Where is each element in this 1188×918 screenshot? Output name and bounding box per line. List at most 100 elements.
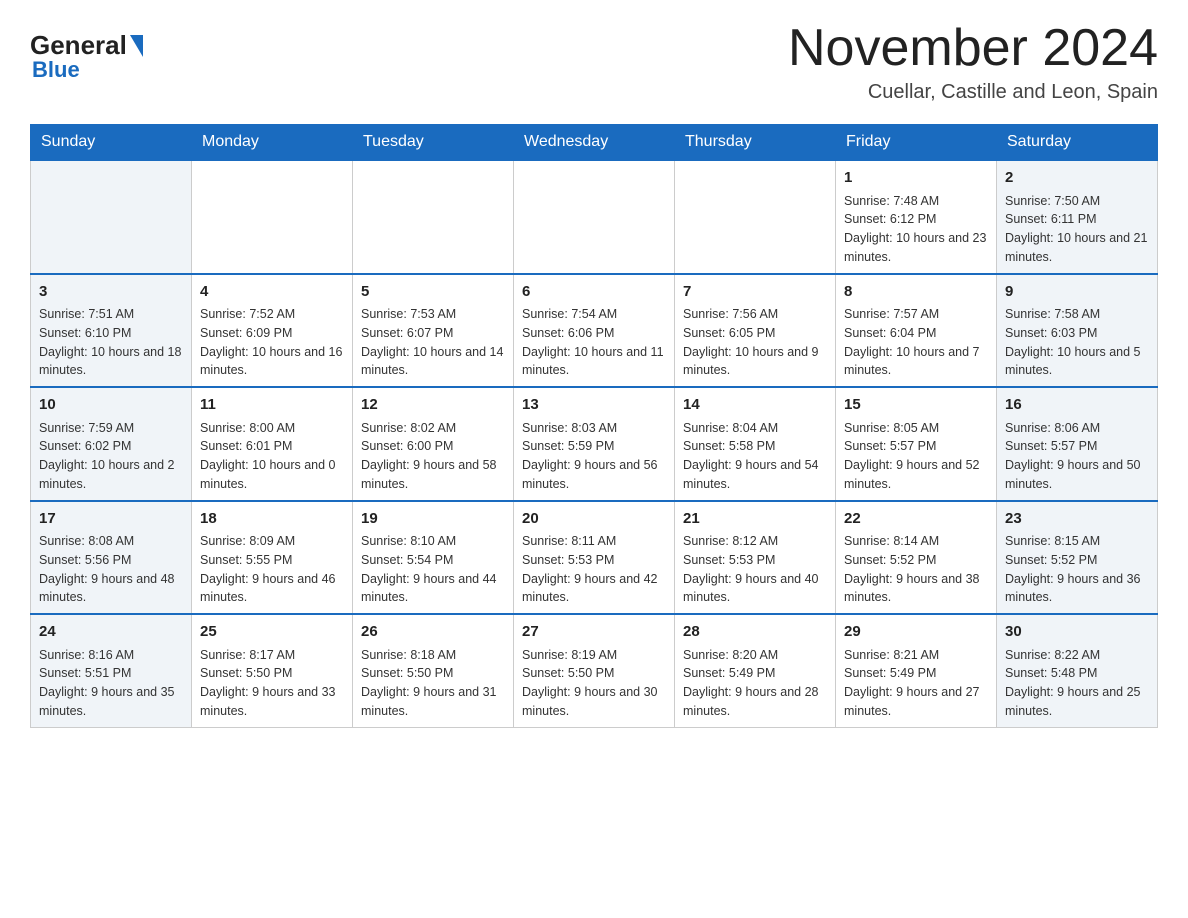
page-header: General Blue November 2024 Cuellar, Cast…: [30, 20, 1158, 104]
weekday-header: Monday: [192, 125, 353, 161]
day-info: Sunrise: 7:48 AMSunset: 6:12 PMDaylight:…: [844, 192, 988, 267]
day-info: Sunrise: 8:04 AMSunset: 5:58 PMDaylight:…: [683, 419, 827, 494]
day-info: Sunrise: 8:05 AMSunset: 5:57 PMDaylight:…: [844, 419, 988, 494]
day-number: 2: [1005, 167, 1149, 190]
day-info: Sunrise: 8:00 AMSunset: 6:01 PMDaylight:…: [200, 419, 344, 494]
weekday-header: Sunday: [31, 125, 192, 161]
calendar-cell: [353, 160, 514, 274]
weekday-header: Wednesday: [514, 125, 675, 161]
calendar-cell: [31, 160, 192, 274]
weekday-header: Thursday: [675, 125, 836, 161]
logo-blue: Blue: [32, 57, 80, 83]
day-number: 4: [200, 281, 344, 304]
calendar-cell: 19Sunrise: 8:10 AMSunset: 5:54 PMDayligh…: [353, 501, 514, 615]
day-number: 10: [39, 394, 183, 417]
day-info: Sunrise: 8:22 AMSunset: 5:48 PMDaylight:…: [1005, 646, 1149, 721]
calendar-cell: 14Sunrise: 8:04 AMSunset: 5:58 PMDayligh…: [675, 387, 836, 501]
day-number: 20: [522, 508, 666, 531]
day-number: 30: [1005, 621, 1149, 644]
calendar-cell: 8Sunrise: 7:57 AMSunset: 6:04 PMDaylight…: [836, 274, 997, 388]
weekday-header: Friday: [836, 125, 997, 161]
day-info: Sunrise: 8:10 AMSunset: 5:54 PMDaylight:…: [361, 532, 505, 607]
day-number: 27: [522, 621, 666, 644]
day-info: Sunrise: 8:06 AMSunset: 5:57 PMDaylight:…: [1005, 419, 1149, 494]
day-number: 17: [39, 508, 183, 531]
calendar-header-row: SundayMondayTuesdayWednesdayThursdayFrid…: [31, 125, 1158, 161]
day-number: 7: [683, 281, 827, 304]
calendar-week-row: 1Sunrise: 7:48 AMSunset: 6:12 PMDaylight…: [31, 160, 1158, 274]
calendar-cell: 18Sunrise: 8:09 AMSunset: 5:55 PMDayligh…: [192, 501, 353, 615]
calendar-cell: 10Sunrise: 7:59 AMSunset: 6:02 PMDayligh…: [31, 387, 192, 501]
calendar-cell: 26Sunrise: 8:18 AMSunset: 5:50 PMDayligh…: [353, 614, 514, 727]
day-info: Sunrise: 7:51 AMSunset: 6:10 PMDaylight:…: [39, 305, 183, 380]
calendar-cell: 28Sunrise: 8:20 AMSunset: 5:49 PMDayligh…: [675, 614, 836, 727]
day-info: Sunrise: 8:14 AMSunset: 5:52 PMDaylight:…: [844, 532, 988, 607]
calendar-week-row: 24Sunrise: 8:16 AMSunset: 5:51 PMDayligh…: [31, 614, 1158, 727]
day-info: Sunrise: 7:59 AMSunset: 6:02 PMDaylight:…: [39, 419, 183, 494]
day-number: 23: [1005, 508, 1149, 531]
day-number: 1: [844, 167, 988, 190]
calendar-cell: 30Sunrise: 8:22 AMSunset: 5:48 PMDayligh…: [997, 614, 1158, 727]
day-info: Sunrise: 8:20 AMSunset: 5:49 PMDaylight:…: [683, 646, 827, 721]
day-number: 3: [39, 281, 183, 304]
day-info: Sunrise: 8:12 AMSunset: 5:53 PMDaylight:…: [683, 532, 827, 607]
day-info: Sunrise: 7:56 AMSunset: 6:05 PMDaylight:…: [683, 305, 827, 380]
day-info: Sunrise: 8:03 AMSunset: 5:59 PMDaylight:…: [522, 419, 666, 494]
day-info: Sunrise: 7:58 AMSunset: 6:03 PMDaylight:…: [1005, 305, 1149, 380]
day-info: Sunrise: 8:18 AMSunset: 5:50 PMDaylight:…: [361, 646, 505, 721]
calendar-cell: 12Sunrise: 8:02 AMSunset: 6:00 PMDayligh…: [353, 387, 514, 501]
title-section: November 2024 Cuellar, Castille and Leon…: [788, 20, 1158, 104]
calendar-cell: 22Sunrise: 8:14 AMSunset: 5:52 PMDayligh…: [836, 501, 997, 615]
day-number: 18: [200, 508, 344, 531]
page-title: November 2024: [788, 20, 1158, 77]
calendar-cell: 25Sunrise: 8:17 AMSunset: 5:50 PMDayligh…: [192, 614, 353, 727]
logo-triangle-icon: [130, 35, 143, 57]
day-number: 13: [522, 394, 666, 417]
day-number: 21: [683, 508, 827, 531]
day-number: 16: [1005, 394, 1149, 417]
calendar-cell: 13Sunrise: 8:03 AMSunset: 5:59 PMDayligh…: [514, 387, 675, 501]
calendar-cell: 5Sunrise: 7:53 AMSunset: 6:07 PMDaylight…: [353, 274, 514, 388]
day-info: Sunrise: 7:57 AMSunset: 6:04 PMDaylight:…: [844, 305, 988, 380]
day-info: Sunrise: 7:52 AMSunset: 6:09 PMDaylight:…: [200, 305, 344, 380]
day-number: 12: [361, 394, 505, 417]
weekday-header: Tuesday: [353, 125, 514, 161]
day-info: Sunrise: 8:17 AMSunset: 5:50 PMDaylight:…: [200, 646, 344, 721]
day-number: 15: [844, 394, 988, 417]
calendar-cell: 4Sunrise: 7:52 AMSunset: 6:09 PMDaylight…: [192, 274, 353, 388]
day-info: Sunrise: 8:16 AMSunset: 5:51 PMDaylight:…: [39, 646, 183, 721]
calendar-cell: 24Sunrise: 8:16 AMSunset: 5:51 PMDayligh…: [31, 614, 192, 727]
weekday-header: Saturday: [997, 125, 1158, 161]
calendar-cell: [675, 160, 836, 274]
calendar-table: SundayMondayTuesdayWednesdayThursdayFrid…: [30, 124, 1158, 728]
calendar-cell: 27Sunrise: 8:19 AMSunset: 5:50 PMDayligh…: [514, 614, 675, 727]
day-number: 24: [39, 621, 183, 644]
day-number: 8: [844, 281, 988, 304]
day-number: 5: [361, 281, 505, 304]
calendar-week-row: 10Sunrise: 7:59 AMSunset: 6:02 PMDayligh…: [31, 387, 1158, 501]
day-number: 9: [1005, 281, 1149, 304]
day-number: 29: [844, 621, 988, 644]
calendar-cell: 16Sunrise: 8:06 AMSunset: 5:57 PMDayligh…: [997, 387, 1158, 501]
calendar-cell: [192, 160, 353, 274]
calendar-cell: 7Sunrise: 7:56 AMSunset: 6:05 PMDaylight…: [675, 274, 836, 388]
day-info: Sunrise: 8:02 AMSunset: 6:00 PMDaylight:…: [361, 419, 505, 494]
day-number: 25: [200, 621, 344, 644]
day-info: Sunrise: 8:11 AMSunset: 5:53 PMDaylight:…: [522, 532, 666, 607]
day-number: 28: [683, 621, 827, 644]
day-number: 11: [200, 394, 344, 417]
day-info: Sunrise: 8:21 AMSunset: 5:49 PMDaylight:…: [844, 646, 988, 721]
calendar-cell: 11Sunrise: 8:00 AMSunset: 6:01 PMDayligh…: [192, 387, 353, 501]
subtitle: Cuellar, Castille and Leon, Spain: [788, 81, 1158, 104]
calendar-cell: 9Sunrise: 7:58 AMSunset: 6:03 PMDaylight…: [997, 274, 1158, 388]
day-number: 14: [683, 394, 827, 417]
day-info: Sunrise: 8:09 AMSunset: 5:55 PMDaylight:…: [200, 532, 344, 607]
calendar-cell: 23Sunrise: 8:15 AMSunset: 5:52 PMDayligh…: [997, 501, 1158, 615]
calendar-week-row: 3Sunrise: 7:51 AMSunset: 6:10 PMDaylight…: [31, 274, 1158, 388]
calendar-week-row: 17Sunrise: 8:08 AMSunset: 5:56 PMDayligh…: [31, 501, 1158, 615]
calendar-cell: 20Sunrise: 8:11 AMSunset: 5:53 PMDayligh…: [514, 501, 675, 615]
day-info: Sunrise: 7:50 AMSunset: 6:11 PMDaylight:…: [1005, 192, 1149, 267]
day-info: Sunrise: 8:19 AMSunset: 5:50 PMDaylight:…: [522, 646, 666, 721]
day-number: 26: [361, 621, 505, 644]
day-number: 19: [361, 508, 505, 531]
